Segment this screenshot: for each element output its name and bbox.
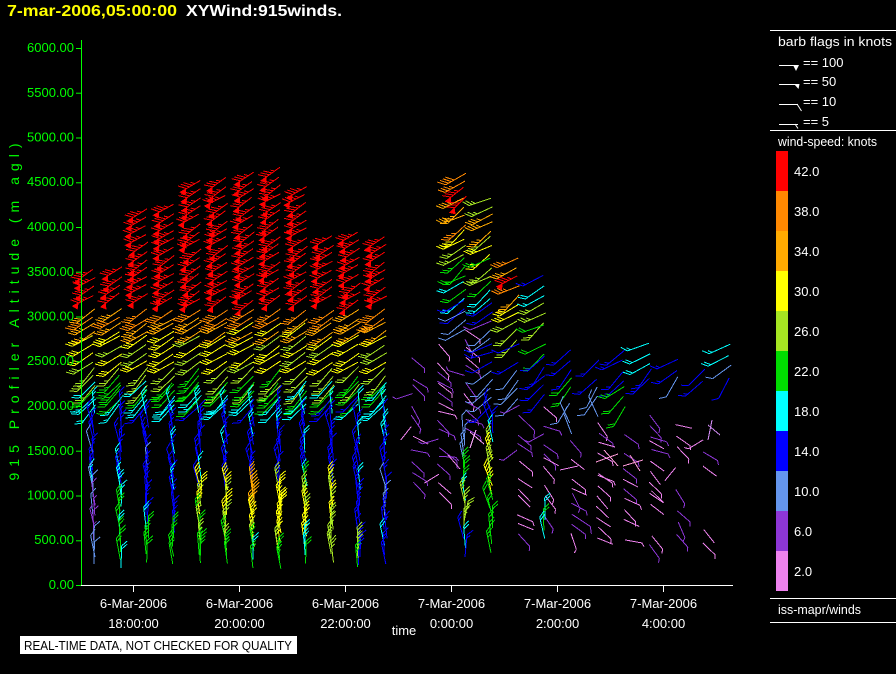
svg-text:7-mar-2006,05:00:00: 7-mar-2006,05:00:00: [7, 3, 177, 20]
svg-text:6.0: 6.0: [794, 524, 812, 539]
svg-text:18.0: 18.0: [794, 404, 819, 419]
svg-text:4000.00: 4000.00: [27, 219, 74, 234]
svg-text:4500.00: 4500.00: [27, 174, 74, 189]
svg-text:== 5: == 5: [803, 114, 829, 129]
svg-text:30.0: 30.0: [794, 284, 819, 299]
svg-text:34.0: 34.0: [794, 244, 819, 259]
svg-text:== 10: == 10: [803, 94, 836, 109]
svg-text:XYWind:915winds.: XYWind:915winds.: [186, 3, 342, 20]
svg-text:3500.00: 3500.00: [27, 264, 74, 279]
svg-text:REAL-TIME DATA, NOT CHECKED FO: REAL-TIME DATA, NOT CHECKED FOR QUALITY: [24, 639, 293, 653]
svg-text:7-Mar-2006: 7-Mar-2006: [630, 596, 697, 611]
svg-text:915 Profiler Altitude (m agl): 915 Profiler Altitude (m agl): [6, 144, 22, 481]
svg-text:5000.00: 5000.00: [27, 130, 74, 145]
svg-text:10.0: 10.0: [794, 484, 819, 499]
svg-text:barb flags in knots: barb flags in knots: [778, 34, 893, 49]
svg-text:500.00: 500.00: [34, 532, 74, 547]
svg-text:1500.00: 1500.00: [27, 443, 74, 458]
svg-text:6-Mar-2006: 6-Mar-2006: [312, 596, 379, 611]
svg-text:7-Mar-2006: 7-Mar-2006: [524, 596, 591, 611]
svg-text:6000.00: 6000.00: [27, 40, 74, 55]
svg-text:== 50: == 50: [803, 74, 836, 89]
svg-text:22:00:00: 22:00:00: [320, 616, 371, 631]
svg-text:2:00:00: 2:00:00: [536, 616, 579, 631]
svg-text:38.0: 38.0: [794, 204, 819, 219]
svg-text:42.0: 42.0: [794, 164, 819, 179]
svg-text:2000.00: 2000.00: [27, 398, 74, 413]
svg-text:20:00:00: 20:00:00: [214, 616, 265, 631]
svg-text:0.00: 0.00: [49, 577, 74, 592]
svg-text:0:00:00: 0:00:00: [430, 616, 473, 631]
svg-text:2.0: 2.0: [794, 564, 812, 579]
svg-text:14.0: 14.0: [794, 444, 819, 459]
svg-text:2500.00: 2500.00: [27, 353, 74, 368]
svg-text:4:00:00: 4:00:00: [642, 616, 685, 631]
svg-text:== 100: == 100: [803, 55, 844, 70]
svg-text:22.0: 22.0: [794, 364, 819, 379]
svg-text:7-Mar-2006: 7-Mar-2006: [418, 596, 485, 611]
svg-text:6-Mar-2006: 6-Mar-2006: [100, 596, 167, 611]
svg-text:iss-mapr/winds: iss-mapr/winds: [778, 602, 861, 617]
svg-text:wind-speed: knots: wind-speed: knots: [777, 134, 877, 149]
svg-text:18:00:00: 18:00:00: [108, 616, 159, 631]
svg-text:26.0: 26.0: [794, 324, 819, 339]
svg-text:5500.00: 5500.00: [27, 85, 74, 100]
svg-text:1000.00: 1000.00: [27, 488, 74, 503]
svg-text:3000.00: 3000.00: [27, 309, 74, 324]
svg-text:time: time: [392, 623, 417, 638]
svg-text:6-Mar-2006: 6-Mar-2006: [206, 596, 273, 611]
